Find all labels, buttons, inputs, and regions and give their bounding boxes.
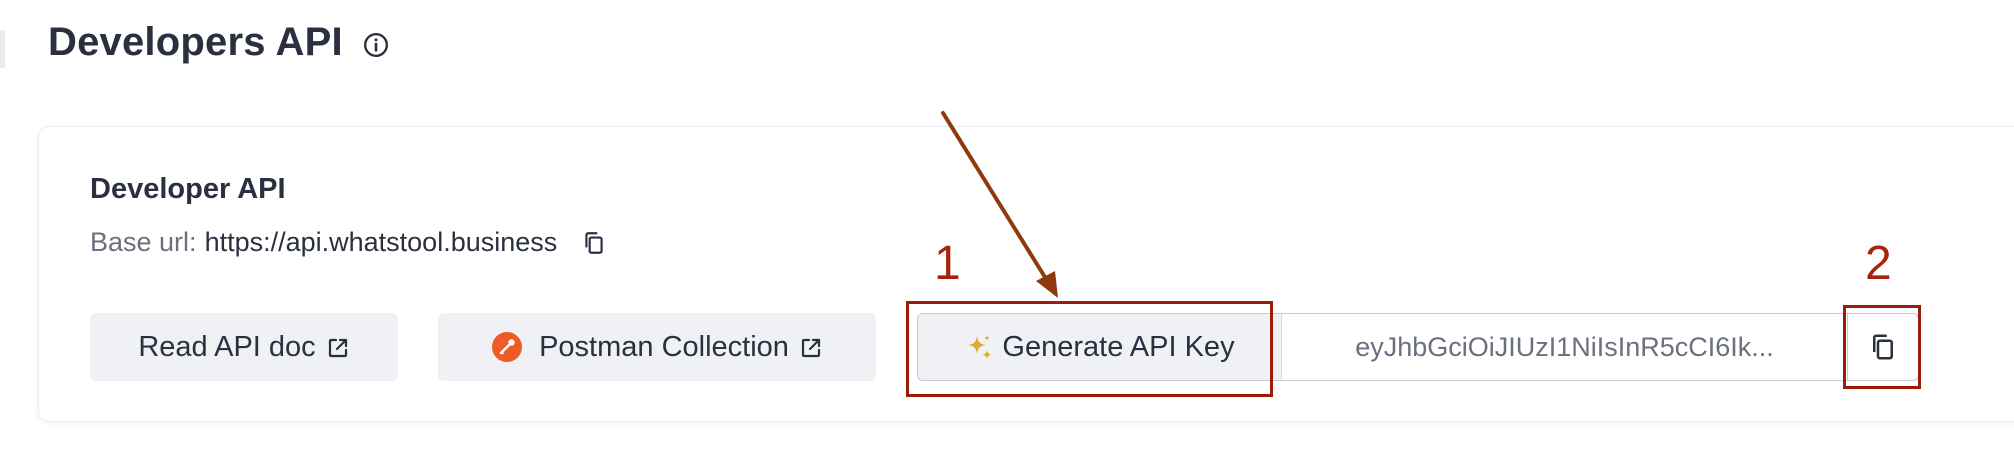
sparkle-icon	[964, 332, 994, 362]
postman-collection-button[interactable]: Postman Collection	[438, 313, 876, 381]
card-title: Developer API	[90, 173, 286, 205]
api-key-field[interactable]	[1282, 314, 1847, 380]
generate-api-key-button[interactable]: Generate API Key	[918, 314, 1282, 380]
postman-collection-label: Postman Collection	[539, 330, 789, 363]
page: Developers API Developer API Base url: h…	[0, 0, 2014, 452]
info-circle-icon[interactable]	[363, 32, 389, 58]
copy-api-key-button[interactable]	[1847, 314, 1918, 380]
annotation-label-1: 1	[934, 237, 961, 290]
api-key-group: Generate API Key	[917, 313, 1919, 381]
read-api-doc-button[interactable]: Read API doc	[90, 313, 398, 381]
base-url-row: Base url: https://api.whatstool.business	[90, 227, 607, 258]
page-title: Developers API	[48, 20, 343, 64]
sidebar-edge	[0, 30, 5, 68]
read-api-doc-label: Read API doc	[138, 330, 316, 363]
base-url-value: https://api.whatstool.business	[204, 227, 558, 257]
developer-api-card: Developer API Base url: https://api.what…	[38, 126, 2014, 422]
copy-icon	[1873, 334, 1893, 360]
external-link-icon	[326, 335, 350, 359]
generate-api-key-label: Generate API Key	[1002, 330, 1235, 363]
external-link-icon	[799, 335, 823, 359]
copy-base-url-icon[interactable]	[581, 230, 607, 256]
page-header: Developers API	[48, 20, 389, 65]
base-url-label: Base url:	[90, 227, 197, 257]
postman-logo-icon	[491, 331, 523, 363]
annotation-label-2: 2	[1865, 237, 1892, 290]
